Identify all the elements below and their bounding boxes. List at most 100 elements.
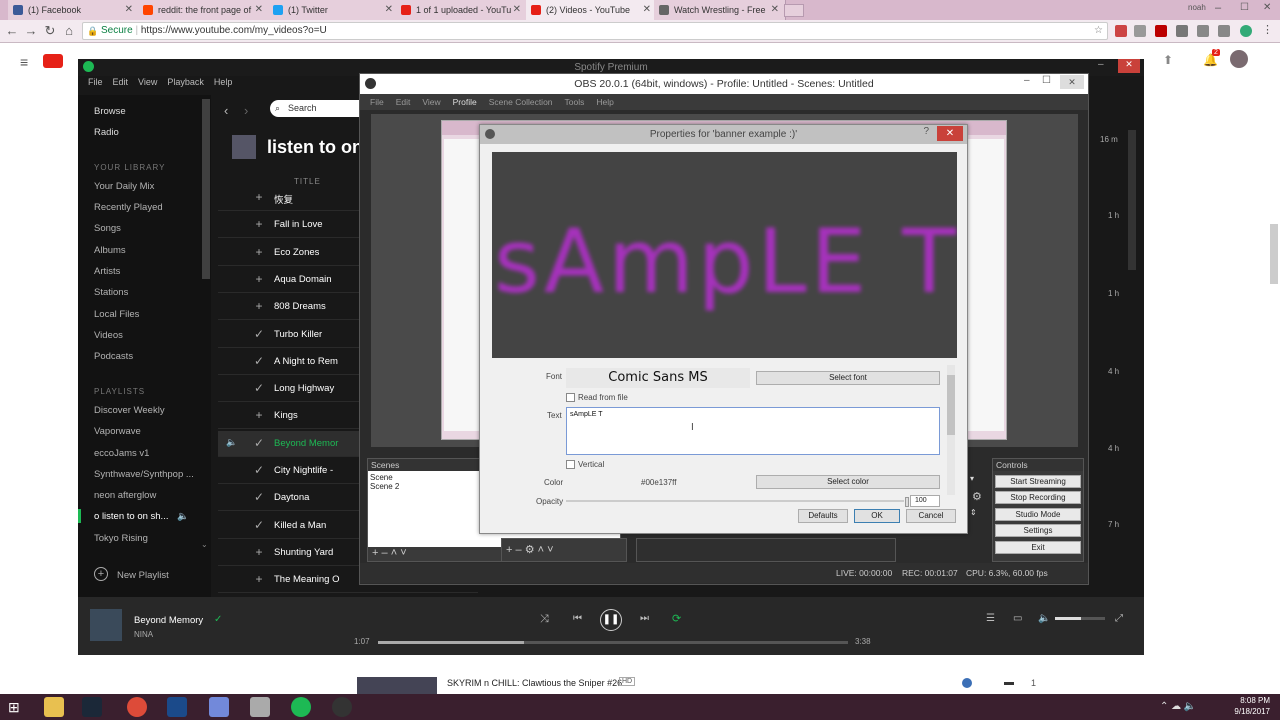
new-playlist-button[interactable]: New Playlist [117,570,169,581]
playlist-item-active[interactable]: o listen to on sh... 🔈 [94,511,189,522]
home-icon[interactable]: ⌂ [61,23,77,39]
saved-check-icon[interactable]: ✓ [253,381,265,395]
extension-icon[interactable] [1115,25,1127,37]
down-icon[interactable]: ˅ [400,547,406,559]
close-window-icon[interactable]: ✕ [1263,2,1271,13]
dropdown-arrow-icon[interactable]: ▾ [970,474,974,483]
add-icon[interactable]: + [253,408,265,422]
chevron-down-icon[interactable]: ⌄ [201,540,208,549]
opacity-input[interactable]: 100 [910,495,940,507]
studio-mode-button[interactable]: Studio Mode [995,508,1081,521]
read-from-file-checkbox[interactable] [566,393,575,402]
saved-check-icon[interactable]: ✓ [253,327,265,341]
progress-bar[interactable] [378,641,848,644]
tab-facebook[interactable]: (1) Facebook ✕ [8,0,140,20]
sidebar-item-daily-mix[interactable]: Your Daily Mix [94,181,154,192]
menu-view[interactable]: View [422,97,440,107]
app-icon[interactable] [250,697,270,717]
plus-icon[interactable]: + [372,547,378,559]
clock-time[interactable]: 8:08 PM [1232,696,1270,705]
plus-icon[interactable]: + [94,567,108,581]
volume-slider[interactable] [1055,617,1105,620]
add-icon[interactable]: + [253,190,265,204]
maximize-icon[interactable]: ☐ [1042,75,1051,86]
sidebar-item-recently-played[interactable]: Recently Played [94,202,163,213]
plus-icon[interactable]: + [506,544,512,556]
sidebar-item-radio[interactable]: Radio [94,127,119,138]
steam-icon[interactable] [82,697,102,717]
menu-edit[interactable]: Edit [396,97,411,107]
sidebar-item-browse[interactable]: Browse [94,106,126,117]
slider-thumb[interactable] [905,497,909,507]
close-icon[interactable]: ✕ [1118,59,1140,73]
select-color-button[interactable]: Select color [756,475,940,489]
profile-name[interactable]: noah [1188,3,1206,12]
menu-profile[interactable]: Profile [453,97,477,107]
menu-playback[interactable]: Playback [167,77,204,87]
spinner-icon[interactable]: ⇕ [970,508,977,517]
playlist-item[interactable]: Synthwave/Synthpop ... [94,469,194,480]
gear-icon[interactable]: ⚙ [525,544,535,556]
menu-help[interactable]: Help [214,77,233,87]
close-icon[interactable]: ✕ [385,0,393,20]
properties-scrollbar[interactable] [947,365,955,495]
up-icon[interactable]: ˄ [391,547,397,559]
menu-file[interactable]: File [370,97,384,107]
sidebar-item-stations[interactable]: Stations [94,287,128,298]
tab-reddit[interactable]: reddit: the front page of ✕ [138,0,270,20]
help-icon[interactable]: ? [923,126,929,137]
cancel-button[interactable]: Cancel [906,509,956,523]
shuffle-icon[interactable]: ⤨ [540,613,549,626]
vertical-checkbox[interactable] [566,460,575,469]
clock-date[interactable]: 9/18/2017 [1232,707,1270,716]
defaults-button[interactable]: Defaults [798,509,848,523]
ok-button[interactable]: OK [854,509,900,523]
close-icon[interactable]: ✕ [255,0,263,20]
exit-button[interactable]: Exit [995,541,1081,554]
devices-icon[interactable]: ▭ [1013,613,1022,624]
playlist-item[interactable]: neon afterglow [94,490,156,501]
playlist-item[interactable]: Discover Weekly [94,405,165,416]
menu-tools[interactable]: Tools [565,97,585,107]
saved-check-icon[interactable]: ✓ [253,490,265,504]
add-icon[interactable]: + [253,245,265,259]
opacity-slider[interactable] [566,500,904,502]
extension-icon[interactable] [1176,25,1188,37]
saved-check-icon[interactable]: ✓ [253,354,265,368]
youtube-logo[interactable] [43,54,63,68]
hamburger-icon[interactable]: ≡ [20,54,28,70]
menu-view[interactable]: View [138,77,157,87]
add-icon[interactable]: + [253,217,265,231]
sidebar-item-artists[interactable]: Artists [94,266,120,277]
sidebar-item-albums[interactable]: Albums [94,245,126,256]
scrollbar[interactable] [1128,130,1136,270]
up-icon[interactable]: ˄ [538,544,544,556]
new-tab-button[interactable] [784,4,804,17]
video-title[interactable]: SKYRIM n CHILL: Clawtious the Sniper #26 [447,678,622,688]
volume-icon[interactable]: 🔈 [1038,613,1050,624]
playlist-item[interactable]: Tokyo Rising [94,533,148,544]
scrollbar[interactable] [1270,224,1278,284]
back-icon[interactable]: ‹ [224,103,228,118]
menu-scene-collection[interactable]: Scene Collection [489,97,553,107]
repeat-icon[interactable]: ⟳ [672,612,681,625]
extension-icon[interactable] [1218,25,1230,37]
minus-icon[interactable]: – [516,544,522,556]
start-streaming-button[interactable]: Start Streaming [995,475,1081,488]
gear-icon[interactable]: ⚙ [972,490,982,503]
minus-icon[interactable]: – [382,547,388,559]
extension-icon[interactable] [1134,25,1146,37]
star-icon[interactable]: ☆ [1094,23,1103,39]
discord-icon[interactable] [209,697,229,717]
playlist-item[interactable]: Vaporwave [94,426,141,437]
now-playing-artist[interactable]: NINA [134,630,153,639]
close-icon[interactable]: ✕ [643,0,651,20]
extension-icon[interactable] [1240,25,1252,37]
tab-wrestling[interactable]: Watch Wrestling - Free ✕ [654,0,786,20]
file-explorer-icon[interactable] [44,697,64,717]
chrome-icon[interactable] [127,697,147,717]
close-icon[interactable]: ✕ [937,126,963,141]
menu-edit[interactable]: Edit [113,77,129,87]
menu-help[interactable]: Help [596,97,613,107]
menu-dots-icon[interactable]: ⋮ [1262,23,1273,36]
